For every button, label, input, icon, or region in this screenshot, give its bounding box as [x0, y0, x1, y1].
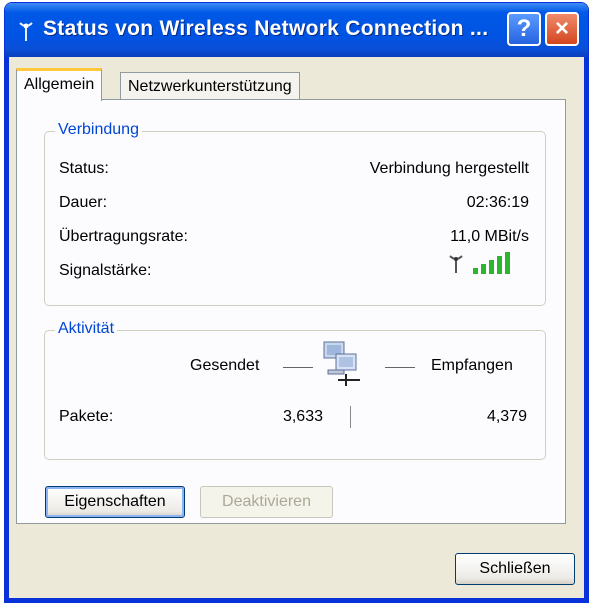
packets-label: Pakete: [59, 408, 114, 425]
activity-group: Aktivität [44, 320, 546, 460]
packets-received-value: 4,379 [486, 408, 527, 425]
sent-label: Gesendet [190, 357, 260, 374]
wireless-antenna-icon [19, 22, 33, 41]
window-frame-bottom [5, 598, 588, 602]
connection-group-title: Verbindung [55, 121, 142, 139]
close-window-button[interactable]: × [545, 12, 579, 46]
tab-allgemein[interactable]: Allgemein [16, 68, 103, 101]
transfer-rate-label: Übertragungsrate: [59, 228, 188, 245]
window-frame-right [584, 57, 588, 602]
sent-line [283, 367, 313, 368]
duration-value: 02:36:19 [466, 194, 529, 211]
received-line [385, 367, 415, 368]
properties-button[interactable]: Eigenschaften [45, 486, 185, 518]
status-value: Verbindung hergestellt [369, 160, 529, 177]
signal-strength-indicator [449, 250, 529, 278]
window-title: Status von Wireless Network Connection .… [43, 17, 489, 40]
signal-bar [489, 260, 494, 274]
status-label: Status: [59, 160, 109, 177]
help-button[interactable]: ? [507, 12, 541, 46]
duration-label: Dauer: [59, 194, 108, 211]
signal-bar [481, 264, 486, 274]
close-button[interactable]: Schließen [455, 553, 575, 585]
received-label: Empfangen [431, 357, 513, 374]
signal-bar [505, 252, 510, 274]
signal-bar [497, 256, 502, 274]
signal-strength-label: Signalstärke: [59, 262, 152, 279]
packets-divider [350, 406, 351, 428]
deactivate-button[interactable]: Deaktivieren [200, 486, 333, 518]
transfer-rate-value: 11,0 MBit/s [450, 228, 529, 245]
window-frame-left [5, 57, 9, 602]
packets-sent-value: 3,633 [282, 408, 323, 425]
signal-bar [473, 268, 478, 274]
network-computers-icon [323, 341, 360, 386]
tab-netzwerkunterstuetzung[interactable]: Netzwerkunterstützung [120, 72, 300, 100]
title-bar[interactable]: Status von Wireless Network Connection .… [5, 3, 588, 57]
activity-group-title: Aktivität [55, 320, 118, 338]
signal-antenna-icon [449, 255, 463, 273]
